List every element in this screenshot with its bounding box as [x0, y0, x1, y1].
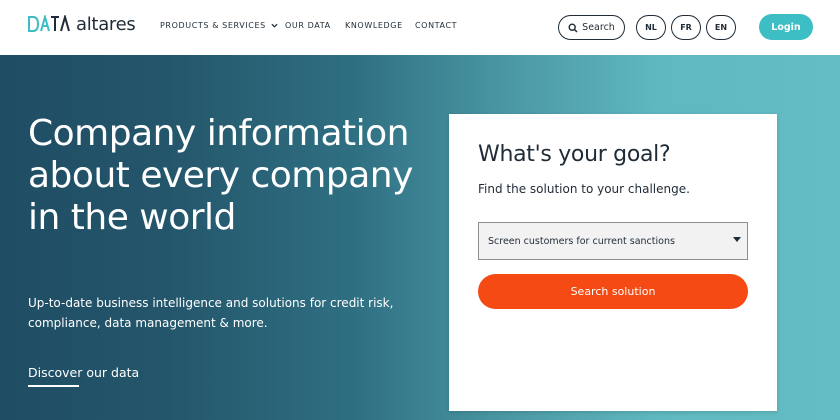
- goal-card: What's your goal? Find the solution to y…: [449, 114, 777, 411]
- discover-data-link[interactable]: Discover our data: [28, 365, 139, 380]
- language-nl-button[interactable]: NL: [636, 15, 666, 40]
- brand-name: altares: [76, 13, 136, 35]
- magnifier-icon: [568, 22, 578, 33]
- caret-down-icon: [733, 237, 741, 242]
- nav-our-data[interactable]: OUR DATA: [285, 21, 345, 30]
- altares-logo[interactable]: altares: [28, 13, 136, 35]
- site-header: altares PRODUCTS & SERVICES OUR DATA KNO…: [0, 0, 840, 55]
- goal-card-title: What's your goal?: [478, 142, 671, 167]
- login-button[interactable]: Login: [759, 14, 813, 40]
- goal-select[interactable]: Screen customers for current sanctions: [478, 222, 748, 260]
- nav-products-services[interactable]: PRODUCTS & SERVICES: [160, 21, 285, 30]
- chevron-down-icon: [271, 23, 278, 28]
- link-underline: [28, 385, 79, 387]
- dna-logo-mark: [28, 15, 70, 32]
- search-solution-button[interactable]: Search solution: [478, 274, 748, 309]
- goal-card-subtitle: Find the solution to your challenge.: [478, 182, 690, 196]
- hero-title: Company information about every company …: [28, 113, 413, 238]
- search-button-label: Search: [582, 22, 615, 33]
- nav-knowledge[interactable]: KNOWLEDGE: [345, 21, 415, 30]
- nav-knowledge-label: KNOWLEDGE: [345, 21, 403, 30]
- language-en-button[interactable]: EN: [706, 15, 736, 40]
- hero-subtitle: Up-to-date business intelligence and sol…: [28, 296, 394, 330]
- nav-our-data-label: OUR DATA: [285, 21, 331, 30]
- goal-select-value: Screen customers for current sanctions: [488, 235, 675, 247]
- search-button[interactable]: Search: [558, 15, 625, 40]
- nav-contact[interactable]: CONTACT: [415, 21, 475, 30]
- nav-products-label: PRODUCTS & SERVICES: [160, 21, 266, 30]
- language-fr-button[interactable]: FR: [671, 15, 701, 40]
- main-nav: PRODUCTS & SERVICES OUR DATA KNOWLEDGE C…: [160, 21, 475, 30]
- nav-contact-label: CONTACT: [415, 21, 458, 30]
